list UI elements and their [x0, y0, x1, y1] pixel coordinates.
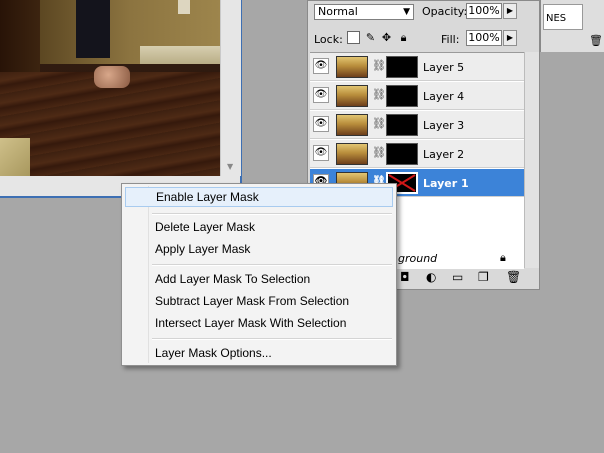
menu-separator — [152, 264, 392, 266]
document-window: ▼ — [0, 0, 242, 198]
layer-mask-context-menu: Enable Layer Mask Delete Layer Mask Appl… — [121, 183, 397, 366]
layer-mask-thumbnail[interactable] — [386, 85, 418, 107]
layer-name: Layer 5 — [423, 61, 465, 74]
photo-wall-shadow — [0, 0, 40, 72]
opacity-label: Opacity: — [422, 5, 468, 18]
photo-baseboard — [140, 46, 220, 64]
adjacent-panel-text: NES — [546, 13, 567, 24]
layer-mask-thumbnail[interactable] — [386, 143, 418, 165]
layer-thumbnail — [336, 85, 368, 107]
lock-icon: 🔒︎ — [500, 251, 506, 264]
layer-name: Layer 1 — [423, 177, 469, 190]
eye-icon[interactable]: 👁︎ — [313, 87, 329, 103]
link-icon[interactable]: ⛓︎ — [372, 88, 386, 101]
eye-icon[interactable]: 👁︎ — [313, 145, 329, 161]
blend-mode-value: Normal — [318, 5, 358, 18]
blend-mode-select[interactable]: Normal ▼ — [314, 4, 414, 20]
fill-field[interactable]: 100% — [466, 30, 502, 46]
photo-rug — [0, 138, 30, 176]
document-vertical-scrollbar[interactable]: ▼ — [220, 0, 241, 176]
new-group-icon[interactable]: ▭ — [452, 270, 463, 284]
trash-icon[interactable]: 🗑︎ — [589, 34, 603, 47]
lock-label: Lock: — [314, 33, 343, 46]
trash-icon[interactable]: 🗑︎ — [506, 270, 521, 284]
document-canvas[interactable] — [0, 0, 220, 176]
layer-row[interactable]: 👁︎ ⛓︎ Layer 3 — [310, 111, 524, 139]
layer-thumbnail — [336, 56, 368, 78]
opacity-slider-button[interactable]: ▶ — [503, 3, 517, 19]
adjacent-panel-list: NES — [543, 4, 583, 30]
link-icon[interactable]: ⛓︎ — [372, 117, 386, 130]
layer-mask-thumbnail[interactable] — [386, 56, 418, 78]
lock-paint-brush-icon[interactable]: ✎ — [364, 31, 377, 44]
layer-row[interactable]: 👁︎ ⛓︎ Layer 2 — [310, 140, 524, 168]
opacity-field[interactable]: 100% — [466, 3, 502, 19]
photo-legs — [76, 0, 110, 58]
layer-name: Layer 2 — [423, 148, 465, 161]
scroll-down-icon[interactable]: ▼ — [227, 162, 233, 171]
menu-separator — [152, 213, 392, 215]
lock-all-icon[interactable]: 🔒︎ — [397, 31, 410, 44]
add-mask-icon[interactable]: ◘ — [400, 270, 410, 284]
new-layer-icon[interactable]: ❐ — [478, 270, 489, 284]
menu-item-intersect-mask-with-selection[interactable]: Intersect Layer Mask With Selection — [125, 313, 393, 333]
lock-transparency-icon[interactable] — [347, 31, 360, 44]
menu-item-delete-layer-mask[interactable]: Delete Layer Mask — [125, 217, 393, 237]
menu-separator — [152, 338, 392, 340]
layer-row[interactable]: 👁︎ ⛓︎ Layer 4 — [310, 82, 524, 110]
fill-label: Fill: — [441, 33, 460, 46]
chevron-down-icon: ▼ — [403, 7, 410, 17]
menu-item-layer-mask-options[interactable]: Layer Mask Options... — [125, 343, 393, 363]
fill-slider-button[interactable]: ▶ — [503, 30, 517, 46]
menu-item-add-mask-to-selection[interactable]: Add Layer Mask To Selection — [125, 269, 393, 289]
layer-name: Layer 4 — [423, 90, 465, 103]
menu-item-enable-layer-mask[interactable]: Enable Layer Mask — [125, 187, 393, 207]
lock-move-icon[interactable]: ✥ — [380, 31, 393, 44]
menu-item-subtract-mask-from-selection[interactable]: Subtract Layer Mask From Selection — [125, 291, 393, 311]
layers-scrollbar[interactable] — [524, 52, 539, 268]
layer-row[interactable]: 👁︎ ⛓︎ Layer 5 — [310, 53, 524, 81]
adjustment-layer-icon[interactable]: ◐ — [426, 270, 436, 284]
layer-name: Layer 3 — [423, 119, 465, 132]
layer-thumbnail — [336, 114, 368, 136]
link-icon[interactable]: ⛓︎ — [372, 146, 386, 159]
layer-thumbnail — [336, 143, 368, 165]
eye-icon[interactable]: 👁︎ — [313, 116, 329, 132]
menu-item-apply-layer-mask[interactable]: Apply Layer Mask — [125, 239, 393, 259]
layer-mask-thumbnail[interactable] — [386, 114, 418, 136]
adjacent-panel: NES 🗑︎ — [540, 0, 604, 52]
photo-feet — [94, 66, 130, 88]
photo-outlet — [178, 0, 190, 14]
eye-icon[interactable]: 👁︎ — [313, 58, 329, 74]
background-layer-name: ground — [398, 252, 438, 265]
link-icon[interactable]: ⛓︎ — [372, 59, 386, 72]
